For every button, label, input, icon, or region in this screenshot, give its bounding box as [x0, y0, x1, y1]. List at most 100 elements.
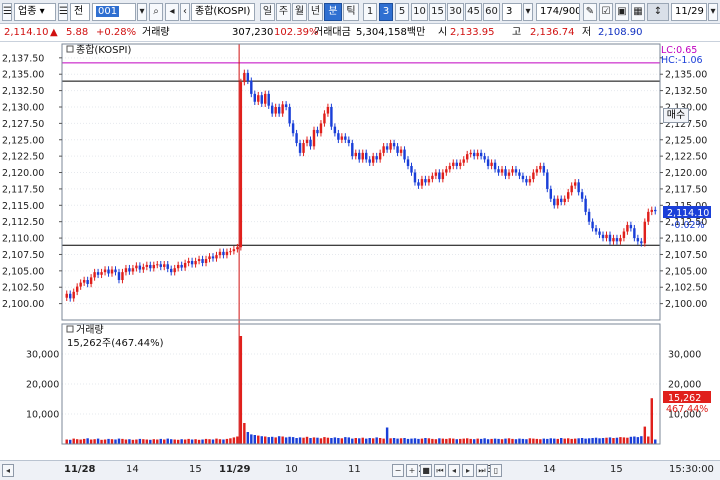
x-label-8: 14: [543, 464, 556, 475]
scroll-right-icon[interactable]: ▸: [462, 464, 474, 477]
chart-toolbar: ☰ 업종 ▾ ☰ 전 001 ▾ ⌕ ◂ ‹ 종합(KOSPI) 일 주 월 년…: [0, 0, 720, 24]
period-button-year[interactable]: 년: [308, 3, 323, 21]
volume-bar: [218, 439, 222, 444]
panel-toggle-icon[interactable]: ◂: [2, 464, 14, 477]
checkbox-icon[interactable]: ☑: [599, 3, 613, 21]
candle-body: [410, 165, 413, 173]
volume-bar: [549, 438, 553, 444]
time-axis-bar[interactable]: ◂ 11/28 14 15 11/29 10 11 12 13 14 15 − …: [0, 460, 720, 480]
candle-body: [479, 152, 483, 157]
interval-button-5[interactable]: 5: [395, 3, 409, 21]
volume-bar: [518, 438, 521, 444]
candle-body: [563, 198, 566, 203]
time-mode-button[interactable]: ↕: [647, 3, 669, 21]
candle-body: [521, 175, 525, 180]
volume-bar: [365, 438, 368, 444]
interval-button-3[interactable]: 3: [379, 3, 393, 21]
interval-button-30[interactable]: 30: [447, 3, 464, 21]
scroll-last-icon[interactable]: ⏭: [476, 464, 488, 477]
volume-bar: [490, 438, 493, 444]
period-button-tick[interactable]: 틱: [343, 3, 359, 21]
volume-bar: [305, 436, 309, 444]
buy-button[interactable]: 매수: [663, 108, 689, 123]
interval-button-10[interactable]: 10: [411, 3, 428, 21]
volume-bar: [176, 439, 180, 444]
candle-body: [149, 264, 152, 269]
volume-bar: [145, 439, 149, 444]
interval-button-45[interactable]: 45: [465, 3, 482, 21]
volume-bar: [302, 437, 305, 444]
candle-body: [128, 268, 131, 272]
index-name-field[interactable]: 종합(KOSPI): [191, 3, 255, 21]
time-dropdown-icon[interactable]: ▾: [708, 3, 718, 21]
candle-body: [403, 149, 406, 160]
scroll-first-icon[interactable]: ⏮: [434, 464, 446, 477]
search-icon[interactable]: ⌕: [149, 3, 163, 21]
candle-body: [472, 152, 476, 157]
candle-body: [368, 159, 371, 163]
stop-icon[interactable]: ■: [420, 464, 432, 477]
scroll-left-icon[interactable]: ◂: [448, 464, 460, 477]
volume-bar: [281, 436, 284, 444]
code-input[interactable]: 001: [92, 3, 136, 21]
candle-body: [605, 234, 608, 239]
candle-body: [152, 264, 156, 269]
candle-body: [392, 143, 396, 147]
tools-icon[interactable]: ✎: [583, 3, 597, 21]
market-menu-icon[interactable]: ☰: [2, 3, 12, 21]
prev-code-icon[interactable]: ‹: [180, 3, 190, 21]
period-button-day[interactable]: 일: [260, 3, 275, 21]
list-menu-icon[interactable]: ☰: [58, 3, 68, 21]
volume-bar: [250, 434, 253, 444]
volume-bar: [93, 439, 96, 444]
volume-bar: [587, 438, 591, 444]
candle-body: [96, 272, 100, 275]
period-button-week[interactable]: 주: [276, 3, 291, 21]
market-type-select[interactable]: 업종 ▾: [14, 3, 56, 21]
x-label-4: 10: [285, 464, 298, 475]
window-icon[interactable]: ▣: [615, 3, 629, 21]
interval-button-1[interactable]: 1: [363, 3, 377, 21]
volume-bar: [197, 439, 201, 444]
current-price-tag-text: 2,114.10: [667, 208, 709, 219]
candle-body: [110, 269, 114, 274]
current-price: 2,114.10: [4, 27, 49, 38]
volume-bar: [507, 438, 511, 444]
volume-bar: [232, 437, 236, 444]
custom-interval-input[interactable]: 3: [502, 3, 522, 21]
volume-bar: [403, 438, 406, 444]
volume-bar: [431, 438, 434, 444]
calendar-icon[interactable]: ▦: [631, 3, 645, 21]
speaker-icon[interactable]: ◂: [165, 3, 179, 21]
zoom-out-icon[interactable]: −: [392, 464, 404, 477]
candle-body: [208, 256, 211, 260]
code-dropdown-icon[interactable]: ▾: [137, 3, 147, 21]
candle-body: [159, 264, 162, 267]
candle-body: [65, 293, 68, 298]
volume-bar: [180, 439, 183, 444]
interval-button-60[interactable]: 60: [483, 3, 500, 21]
volume-bar: [128, 439, 131, 444]
low-value: 2,108.90: [598, 27, 643, 38]
candle-body: [302, 143, 305, 153]
volume-bar: [86, 438, 89, 444]
volume-bar: [399, 438, 403, 444]
custom-interval-dropdown-icon[interactable]: ▾: [523, 3, 533, 21]
period-select[interactable]: 전: [70, 3, 90, 21]
chart-area[interactable]: 2,100.00 2,100.00 2,102.50 2,102.50 2,105.00…: [0, 42, 720, 480]
candle-body: [309, 139, 312, 147]
chart-svg[interactable]: 2,100.00 2,100.00 2,102.50 2,102.50 2,105.00…: [0, 42, 720, 460]
volume-bar: [448, 438, 452, 444]
candle-body: [434, 172, 438, 176]
period-button-minute[interactable]: 분: [324, 3, 342, 21]
zoom-in-icon[interactable]: +: [406, 464, 418, 477]
lock-icon[interactable]: ▯: [490, 464, 502, 477]
candle-body: [420, 179, 424, 186]
amount-value: 5,304,158백만: [356, 27, 426, 38]
period-button-month[interactable]: 월: [292, 3, 307, 21]
candle-body: [173, 268, 176, 273]
candle-body: [93, 272, 96, 278]
candle-body: [333, 126, 337, 134]
volume-bar: [434, 439, 438, 444]
interval-button-15[interactable]: 15: [429, 3, 446, 21]
